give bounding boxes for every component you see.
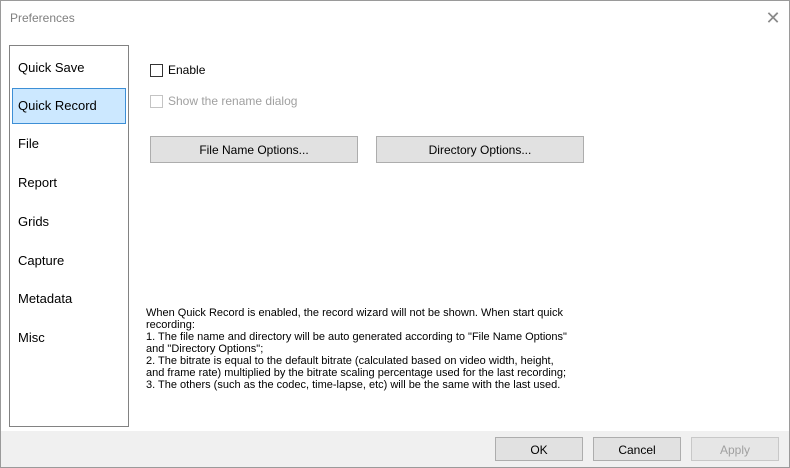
sidebar-item-metadata[interactable]: Metadata: [12, 281, 126, 317]
close-icon: ✕: [765, 8, 781, 28]
sidebar-item-report[interactable]: Report: [12, 165, 126, 201]
info-line: 3. The others (such as the codec, time-l…: [146, 379, 561, 391]
quick-record-panel: Enable Show the rename dialog File Name …: [142, 45, 782, 425]
info-line: and frame rate) multiplied by the bitrat…: [146, 367, 567, 379]
sidebar-item-misc[interactable]: Misc: [12, 320, 126, 356]
enable-label: Enable: [168, 63, 206, 77]
apply-button[interactable]: Apply: [691, 437, 779, 461]
dialog-footer: OK Cancel Apply: [1, 431, 789, 467]
directory-options-button[interactable]: Directory Options...: [376, 136, 584, 163]
sidebar-item-file[interactable]: File: [12, 126, 126, 162]
info-line: recording:: [146, 319, 195, 331]
window-title: Preferences: [10, 11, 75, 25]
quick-record-info-text: When Quick Record is enabled, the record…: [146, 307, 756, 391]
preferences-window: Preferences ✕ Quick Save Quick Record Fi…: [0, 0, 790, 468]
dialog-body: Quick Save Quick Record File Report Grid…: [1, 37, 789, 431]
info-line: When Quick Record is enabled, the record…: [146, 307, 563, 319]
ok-button[interactable]: OK: [495, 437, 583, 461]
close-button[interactable]: ✕: [761, 7, 785, 29]
rename-dialog-label: Show the rename dialog: [168, 94, 298, 108]
info-line: 2. The bitrate is equal to the default b…: [146, 355, 554, 367]
sidebar-item-quick-record[interactable]: Quick Record: [12, 88, 126, 124]
sidebar-item-quick-save[interactable]: Quick Save: [12, 50, 126, 86]
enable-checkbox[interactable]: [150, 64, 163, 77]
preferences-sidebar: Quick Save Quick Record File Report Grid…: [9, 45, 129, 427]
info-line: and "Directory Options";: [146, 343, 264, 355]
sidebar-item-grids[interactable]: Grids: [12, 204, 126, 240]
info-line: 1. The file name and directory will be a…: [146, 331, 567, 343]
title-bar: Preferences ✕: [1, 1, 789, 37]
rename-dialog-checkbox[interactable]: [150, 95, 163, 108]
sidebar-item-capture[interactable]: Capture: [12, 243, 126, 279]
cancel-button[interactable]: Cancel: [593, 437, 681, 461]
file-name-options-button[interactable]: File Name Options...: [150, 136, 358, 163]
